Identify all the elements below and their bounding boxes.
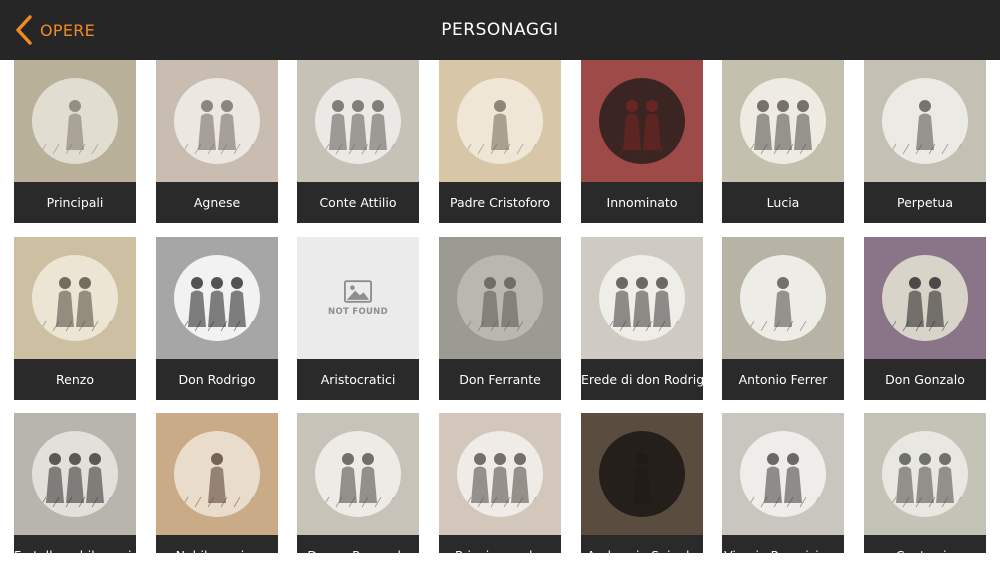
character-thumbnail (14, 413, 136, 535)
character-card[interactable]: Don Gonzalo (864, 237, 986, 400)
character-thumbnail (864, 237, 986, 359)
character-card[interactable]: Conte zio (864, 413, 986, 553)
character-label: Agnese (156, 182, 278, 223)
portrait-armor-icon (599, 431, 685, 517)
character-thumbnail (439, 237, 561, 359)
portrait-red-robe-icon (599, 78, 685, 164)
image-placeholder-icon (344, 279, 372, 303)
character-label: Padre Cristoforo (439, 182, 561, 223)
character-card[interactable]: Don Rodrigo (156, 237, 278, 400)
character-thumbnail (581, 413, 703, 535)
character-thumbnail (864, 60, 986, 182)
character-card[interactable]: Lucia (722, 60, 844, 223)
character-label: Principali (14, 182, 136, 223)
character-thumbnail (297, 60, 419, 182)
engraving-father-child-icon (457, 431, 543, 517)
character-card[interactable]: Agnese (156, 60, 278, 223)
character-card[interactable]: Donna Prassede (297, 413, 419, 553)
character-card[interactable]: Innominato (581, 60, 703, 223)
engraving-couple-icon (32, 78, 118, 164)
engraving-kitchen-icon (882, 78, 968, 164)
character-thumbnail (722, 60, 844, 182)
character-thumbnail (864, 413, 986, 535)
character-card[interactable]: Antonio Ferrer (722, 237, 844, 400)
character-label: Principe padre (439, 535, 561, 553)
engraving-carriage-icon (740, 255, 826, 341)
not-found-text: NOT FOUND (328, 306, 388, 317)
character-label: Aristocratici (297, 359, 419, 400)
engraving-duel-icon (174, 431, 260, 517)
not-found-placeholder: NOT FOUND (297, 237, 419, 359)
character-label: Renzo (14, 359, 136, 400)
character-label: Innominato (581, 182, 703, 223)
top-bar: OPERE PERSONAGGI (0, 0, 1000, 60)
character-label: Conte Attilio (297, 182, 419, 223)
character-thumbnail (722, 413, 844, 535)
character-thumbnail: NOT FOUND (297, 237, 419, 359)
character-card[interactable]: Vicario Provvisione (722, 413, 844, 553)
character-label: Don Rodrigo (156, 359, 278, 400)
character-thumbnail (439, 413, 561, 535)
character-label: Perpetua (864, 182, 986, 223)
character-card[interactable]: Principali (14, 60, 136, 223)
character-label: Antonio Ferrer (722, 359, 844, 400)
character-label: Nobile ucciso (156, 535, 278, 553)
character-card[interactable]: NOT FOUND Aristocratici (297, 237, 419, 400)
character-card[interactable]: Nobile ucciso (156, 413, 278, 553)
engraving-cavalier-icon (174, 255, 260, 341)
character-label: Fratello nobile ucciso (14, 535, 136, 553)
character-label: Don Ferrante (439, 359, 561, 400)
character-card[interactable]: Ambrogio Spinola (581, 413, 703, 553)
character-card[interactable]: Perpetua (864, 60, 986, 223)
engraving-study-icon (457, 255, 543, 341)
page-title: PERSONAGGI (441, 20, 559, 40)
character-label: Conte zio (864, 535, 986, 553)
back-label: OPERE (40, 20, 96, 40)
character-thumbnail (581, 237, 703, 359)
engraving-woman-icon (174, 78, 260, 164)
character-card[interactable]: Padre Cristoforo (439, 60, 561, 223)
character-thumbnail (581, 60, 703, 182)
character-card[interactable]: Don Ferrante (439, 237, 561, 400)
engraving-young-woman-icon (740, 78, 826, 164)
character-card[interactable]: Erede di don Rodrigo (581, 237, 703, 400)
engraving-friar-icon (457, 78, 543, 164)
character-card[interactable]: Renzo (14, 237, 136, 400)
character-card[interactable]: Principe padre (439, 413, 561, 553)
character-thumbnail (439, 60, 561, 182)
engraving-nobleman-icon (315, 78, 401, 164)
character-label: Donna Prassede (297, 535, 419, 553)
character-label: Vicario Provvisione (722, 535, 844, 553)
character-label: Don Gonzalo (864, 359, 986, 400)
character-thumbnail (156, 413, 278, 535)
character-card[interactable]: Fratello nobile ucciso (14, 413, 136, 553)
character-grid: Principali Agnese Conte Attilio Padre Crist… (0, 60, 1000, 553)
engraving-meeting-icon (882, 431, 968, 517)
character-card[interactable]: Conte Attilio (297, 60, 419, 223)
engraving-young-man-hat-icon (32, 255, 118, 341)
engraving-room-icon (315, 431, 401, 517)
engraving-armored-man-icon (882, 255, 968, 341)
engraving-crowd-icon (32, 431, 118, 517)
character-label: Erede di don Rodrigo (581, 359, 703, 400)
chevron-left-icon (16, 15, 32, 45)
character-thumbnail (156, 237, 278, 359)
character-thumbnail (156, 60, 278, 182)
back-button[interactable]: OPERE (14, 14, 95, 46)
character-thumbnail (297, 413, 419, 535)
character-label: Ambrogio Spinola (581, 535, 703, 553)
character-thumbnail (722, 237, 844, 359)
character-thumbnail (14, 60, 136, 182)
character-thumbnail (14, 237, 136, 359)
engraving-seated-man-icon (740, 431, 826, 517)
engraving-two-men-icon (599, 255, 685, 341)
character-label: Lucia (722, 182, 844, 223)
